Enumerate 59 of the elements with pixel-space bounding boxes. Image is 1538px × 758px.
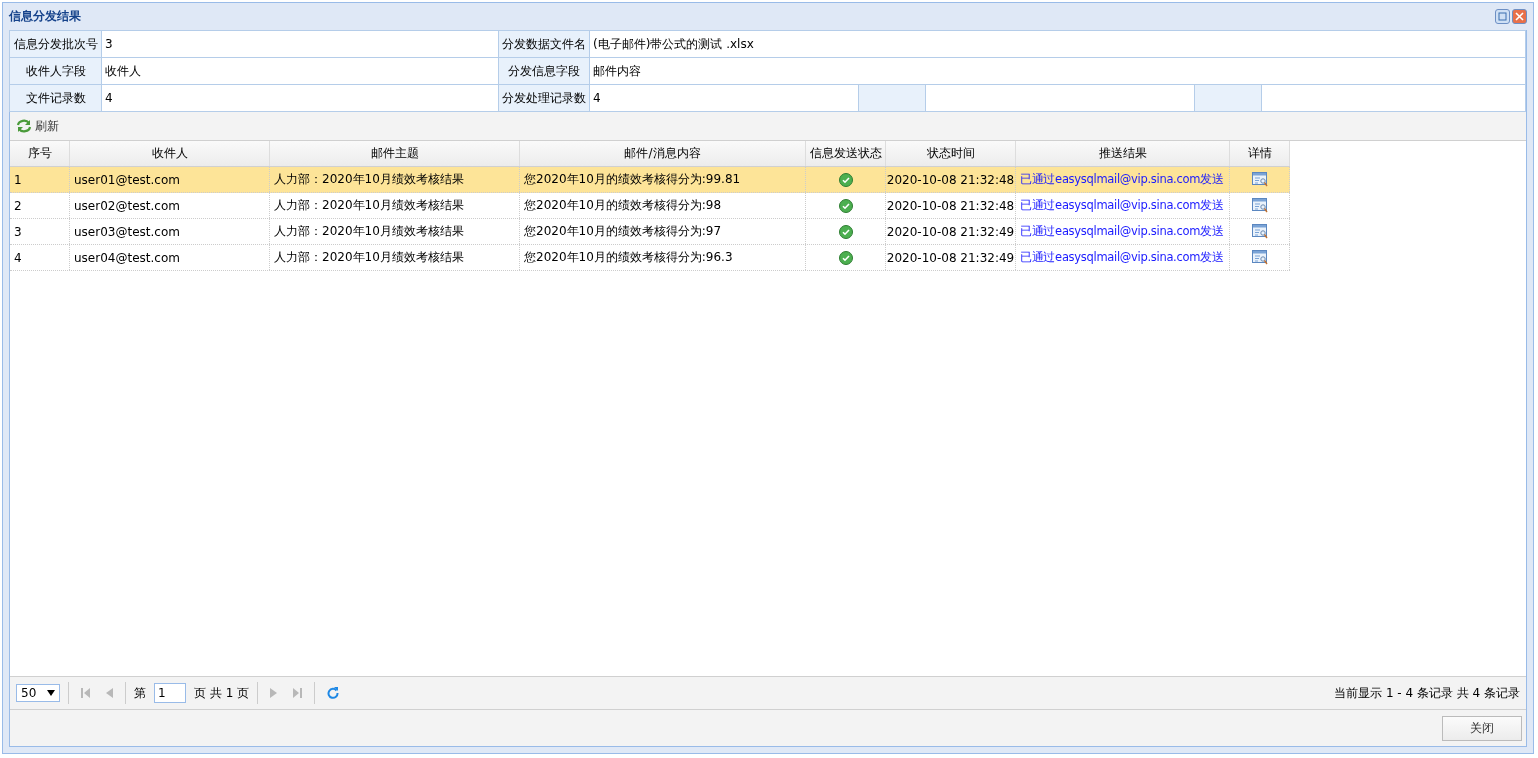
table-cell: 您2020年10月的绩效考核得分为:98 [520, 193, 806, 218]
column-header[interactable]: 邮件主题 [270, 141, 520, 166]
table-cell: 2020-10-08 21:32:48 [886, 167, 1016, 192]
table-row[interactable]: 2 user02@test.com 人力部：2020年10月绩效考核结果 您2020年10月的绩效考核得分为:98 2020-10-08 21:32:48 已通过easysqlmail@vip.sina.com发送 [10, 193, 1290, 219]
field-label: 分发数据文件名 [498, 30, 590, 58]
table-cell: 1 [10, 167, 70, 192]
field-label: 分发处理记录数 [498, 84, 590, 112]
field-label: 文件记录数 [9, 84, 102, 112]
table-cell: 人力部：2020年10月绩效考核结果 [270, 219, 520, 244]
table-cell: 人力部：2020年10月绩效考核结果 [270, 245, 520, 270]
dropdown-arrow-icon [47, 690, 55, 696]
column-header[interactable]: 收件人 [70, 141, 270, 166]
detail-icon[interactable] [1251, 250, 1268, 265]
table-cell: 2020-10-08 21:32:49 [886, 245, 1016, 270]
refresh-button[interactable]: 刷新 [16, 117, 59, 135]
page-input[interactable]: 1 [154, 683, 186, 703]
table-cell: 人力部：2020年10月绩效考核结果 [270, 193, 520, 218]
field-label: 信息分发批次号 [9, 30, 102, 58]
table-cell: 2 [10, 193, 70, 218]
close-dialog-button[interactable]: 关闭 [1442, 715, 1522, 741]
page-count: 页 共 1 页 [194, 684, 250, 702]
table-cell: 3 [10, 219, 70, 244]
table-cell: 人力部：2020年10月绩效考核结果 [270, 167, 520, 192]
page-size-select[interactable]: 50 [16, 684, 60, 702]
detail-icon[interactable] [1251, 172, 1268, 187]
table-row[interactable]: 1 user01@test.com 人力部：2020年10月绩效考核结果 您2020年10月的绩效考核得分为:99.81 2020-10-08 21:32:48 已通过easysqlmail@vip.sina.com发送 [10, 167, 1290, 193]
table-cell: user02@test.com [70, 193, 270, 218]
result-link[interactable]: 已通过easysqlmail@vip.sina.com发送 [1016, 219, 1230, 244]
result-link[interactable]: 已通过easysqlmail@vip.sina.com发送 [1016, 167, 1230, 192]
detail-icon[interactable] [1251, 198, 1268, 213]
maximize-button[interactable] [1495, 9, 1510, 24]
page-label: 第 [134, 684, 146, 702]
record-summary: 当前显示 1 - 4 条记录 共 4 条记录 [1334, 684, 1520, 702]
result-link[interactable]: 已通过easysqlmail@vip.sina.com发送 [1016, 245, 1230, 270]
table-row[interactable]: 3 user03@test.com 人力部：2020年10月绩效考核结果 您2020年10月的绩效考核得分为:97 2020-10-08 21:32:49 已通过easysqlmail@vip.sina.com发送 [10, 219, 1290, 245]
table-cell: 4 [10, 245, 70, 270]
result-link[interactable]: 已通过easysqlmail@vip.sina.com发送 [1016, 193, 1230, 218]
table-cell: 2020-10-08 21:32:48 [886, 193, 1016, 218]
table-cell: 您2020年10月的绩效考核得分为:96.3 [520, 245, 806, 270]
table-cell: 2020-10-08 21:32:49 [886, 219, 1016, 244]
column-header[interactable]: 推送结果 [1016, 141, 1230, 166]
detail-icon[interactable] [1251, 224, 1268, 239]
column-header[interactable]: 状态时间 [886, 141, 1016, 166]
field-label: 收件人字段 [9, 57, 102, 85]
refresh-arrows-icon [16, 119, 32, 133]
table-cell: user01@test.com [70, 167, 270, 192]
window-title: 信息分发结果 [9, 8, 81, 25]
column-header[interactable]: 邮件/消息内容 [520, 141, 806, 166]
table-cell: user04@test.com [70, 245, 270, 270]
column-header[interactable]: 详情 [1230, 141, 1290, 166]
field-label: 分发信息字段 [498, 57, 590, 85]
table-cell: 您2020年10月的绩效考核得分为:99.81 [520, 167, 806, 192]
column-header[interactable]: 序号 [10, 141, 70, 166]
field-value: (电子邮件)带公式的测试 .xlsx [589, 30, 1526, 58]
table-cell: user03@test.com [70, 219, 270, 244]
table-row[interactable]: 4 user04@test.com 人力部：2020年10月绩效考核结果 您2020年10月的绩效考核得分为:96.3 2020-10-08 21:32:49 已通过easysqlmail@vip.sina.com发送 [10, 245, 1290, 271]
table-cell: 您2020年10月的绩效考核得分为:97 [520, 219, 806, 244]
column-header[interactable]: 信息发送状态 [806, 141, 886, 166]
close-button[interactable] [1512, 9, 1527, 24]
